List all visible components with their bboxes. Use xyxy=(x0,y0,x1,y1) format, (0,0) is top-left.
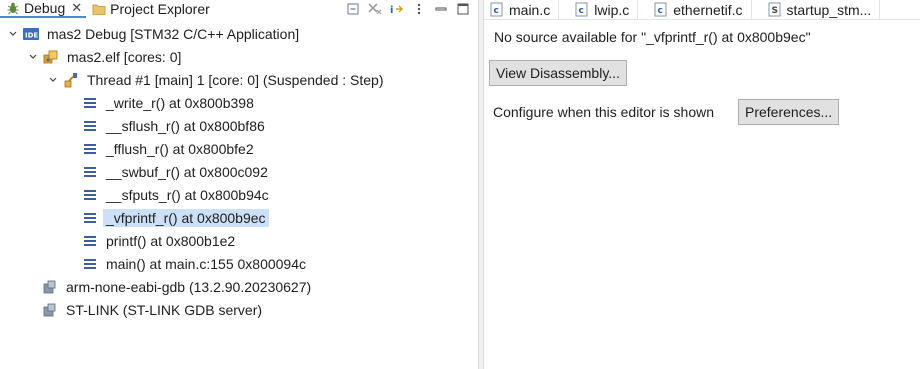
tree-item-stlink[interactable]: ST-LINK (ST-LINK GDB server) xyxy=(0,298,477,321)
tab-startup-stm[interactable]: S startup_stm... xyxy=(762,0,881,19)
tab-debug[interactable]: Debug ✕ xyxy=(0,0,87,18)
chevron-down-icon[interactable] xyxy=(6,27,20,41)
preferences-button[interactable]: Preferences... xyxy=(738,99,840,125)
no-source-message: No source available for "_vfprintf_r() a… xyxy=(494,29,811,45)
tree-item-label: mas2.elf [cores: 0] xyxy=(67,48,182,65)
tab-project-explorer[interactable]: Project Explorer xyxy=(86,0,214,18)
stack-frame-row[interactable]: printf() at 0x800b1e2 xyxy=(0,229,477,252)
stack-frame-row[interactable]: _fflush_r() at 0x800bfe2 xyxy=(0,137,477,160)
c-file-icon: c xyxy=(490,2,504,17)
tree-item-label: _vfprintf_r() at 0x800b9ec xyxy=(103,208,269,227)
view-disassembly-button[interactable]: View Disassembly... xyxy=(489,60,627,86)
gdb-process-icon xyxy=(42,302,58,318)
stack-frame-row[interactable]: _write_r() at 0x800b398 xyxy=(0,91,477,114)
stack-frame-row-selected[interactable]: _vfprintf_r() at 0x800b9ec xyxy=(0,206,477,229)
thread-icon xyxy=(63,72,79,88)
svg-text:i: i xyxy=(390,5,393,16)
tree-item-process[interactable]: mas2.elf [cores: 0] xyxy=(0,45,477,68)
tree-item-label: arm-none-eabi-gdb (13.2.90.20230627) xyxy=(66,278,312,295)
tree-item-label: __sfputs_r() at 0x800b94c xyxy=(106,186,269,203)
stack-frame-icon xyxy=(82,141,98,157)
stack-frame-row[interactable]: __swbuf_r() at 0x800c092 xyxy=(0,160,477,183)
tree-item-label: printf() at 0x800b1e2 xyxy=(106,232,236,249)
stack-frame-icon xyxy=(82,233,98,249)
tab-label: lwip.c xyxy=(594,1,630,18)
stack-frame-icon xyxy=(82,256,98,272)
tree-item-label: _fflush_r() at 0x800bfe2 xyxy=(106,140,254,157)
maximize-icon[interactable] xyxy=(455,1,471,17)
minimize-icon[interactable] xyxy=(433,1,449,17)
stack-frame-icon xyxy=(82,187,98,203)
editor-area: c main.c c lwip.c c ethernetif.c S start… xyxy=(484,0,920,369)
editor-tab-bar: c main.c c lwip.c c ethernetif.c S start… xyxy=(484,0,920,20)
tree-item-gdb[interactable]: arm-none-eabi-gdb (13.2.90.20230627) xyxy=(0,275,477,298)
stack-frame-icon xyxy=(82,164,98,180)
bug-icon xyxy=(6,1,20,15)
tab-lwip-c[interactable]: c lwip.c xyxy=(569,0,639,19)
tree-item-label: __swbuf_r() at 0x800c092 xyxy=(106,163,268,180)
stack-frame-icon xyxy=(82,118,98,134)
configure-text: Configure when this editor is shown xyxy=(493,104,715,120)
process-icon xyxy=(43,49,59,65)
folder-icon xyxy=(92,2,106,16)
collapse-all-icon[interactable] xyxy=(345,1,361,17)
stack-frame-icon xyxy=(82,95,98,111)
tab-project-explorer-label: Project Explorer xyxy=(110,1,210,17)
stack-frame-row[interactable]: __sflush_r() at 0x800bf86 xyxy=(0,114,477,137)
svg-text:c: c xyxy=(579,6,584,16)
svg-text:c: c xyxy=(494,6,499,16)
tree-item-thread[interactable]: Thread #1 [main] 1 [core: 0] (Suspended … xyxy=(0,68,477,91)
tab-label: ethernetif.c xyxy=(673,1,743,18)
tab-label: main.c xyxy=(509,1,551,18)
debug-view: Debug ✕ Project Explorer i IDE mas2 Debu… xyxy=(0,0,477,369)
view-menu-icon[interactable] xyxy=(411,1,427,17)
c-file-icon: c xyxy=(575,2,589,17)
ide-launch-icon: IDE xyxy=(23,26,39,42)
tree-item-label: ST-LINK (ST-LINK GDB server) xyxy=(66,301,263,318)
svg-text:IDE: IDE xyxy=(25,31,38,39)
c-file-icon: c xyxy=(654,2,668,17)
stack-frame-row[interactable]: main() at main.c:155 0x800094c xyxy=(0,252,477,275)
s-file-icon: S xyxy=(768,2,782,17)
tab-ethernetif-c[interactable]: c ethernetif.c xyxy=(648,0,752,19)
step-instruction-icon[interactable]: i xyxy=(389,1,405,17)
close-icon[interactable]: ✕ xyxy=(71,0,82,16)
gdb-process-icon xyxy=(42,279,58,295)
chevron-down-icon[interactable] xyxy=(26,50,40,64)
tree-item-launch[interactable]: IDE mas2 Debug [STM32 C/C++ Application] xyxy=(0,22,477,45)
tree-item-label: Thread #1 [main] 1 [core: 0] (Suspended … xyxy=(87,71,384,88)
tree-item-label: _write_r() at 0x800b398 xyxy=(106,94,254,111)
tab-main-c[interactable]: c main.c xyxy=(484,0,560,19)
svg-text:c: c xyxy=(658,6,663,16)
tab-label: startup_stm... xyxy=(786,1,872,18)
tree-item-label: mas2 Debug [STM32 C/C++ Application] xyxy=(47,25,300,42)
stack-frame-row[interactable]: __sfputs_r() at 0x800b94c xyxy=(0,183,477,206)
stack-frame-icon xyxy=(82,210,98,226)
tree-item-label: __sflush_r() at 0x800bf86 xyxy=(106,117,265,134)
svg-text:S: S xyxy=(771,6,777,16)
tab-debug-label: Debug xyxy=(24,0,66,16)
remove-terminated-icon[interactable] xyxy=(367,1,383,17)
view-toolbar: i xyxy=(345,0,471,18)
chevron-down-icon[interactable] xyxy=(46,73,60,87)
tree-item-label: main() at main.c:155 0x800094c xyxy=(106,255,306,272)
debug-tree: IDE mas2 Debug [STM32 C/C++ Application]… xyxy=(0,22,477,321)
